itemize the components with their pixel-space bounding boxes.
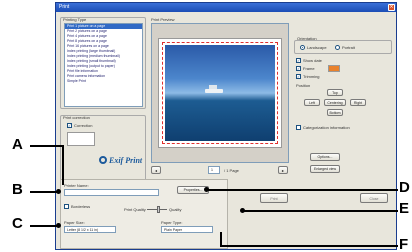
paper-size-select[interactable]: Letter (8 1/2 x 11 in): [64, 226, 116, 233]
position-label: Position: [296, 83, 311, 88]
frame-label: Frame: [303, 66, 315, 71]
callout-e-dot: [240, 208, 245, 213]
show-date-label: Show date: [303, 58, 322, 63]
page-total: / 1 Page: [224, 168, 239, 173]
close-icon[interactable]: ×: [388, 4, 395, 11]
preview-page: [158, 38, 282, 148]
title-bar: Print: [56, 3, 396, 12]
preview-photo: [165, 45, 275, 141]
print-quality-label: Print Quality: [124, 207, 146, 212]
callout-a: A: [12, 136, 23, 153]
callout-c: C: [12, 215, 23, 232]
list-item[interactable]: Simple Print: [65, 79, 142, 84]
correction-checkbox[interactable]: [67, 123, 72, 128]
borderless-checkbox[interactable]: [64, 204, 69, 209]
callout-a-line: [30, 145, 64, 147]
callout-d: D: [399, 179, 410, 196]
correction-preview: [67, 132, 95, 146]
printing-type-label: Printing Type: [63, 17, 87, 22]
paper-size-label: Paper Size:: [64, 220, 85, 225]
enlarged-view-button[interactable]: Enlarged view: [310, 165, 340, 173]
callout-b-line: [30, 191, 58, 193]
exif-print-logo-icon: [99, 156, 107, 164]
window-title: Print: [59, 4, 70, 10]
correction-label: Correction: [74, 123, 93, 128]
landscape-label: Landscape: [307, 45, 327, 50]
printer-name-select[interactable]: [64, 189, 159, 196]
print-quality-slider[interactable]: [157, 206, 160, 213]
position-right-button[interactable]: Right: [350, 99, 366, 106]
callout-f-line: [222, 245, 398, 247]
callout-b-dot: [56, 189, 61, 194]
frame-checkbox[interactable]: [296, 66, 301, 71]
callout-c-line: [30, 225, 58, 227]
close-button[interactable]: Close: [360, 193, 388, 203]
callout-a-leader: [62, 145, 64, 185]
trimming-label: Trimming: [303, 74, 320, 79]
print-preview-label: Print Preview: [151, 17, 175, 22]
callout-d-dot: [204, 187, 209, 192]
callout-b: B: [12, 181, 23, 198]
orientation-label: Orientation: [297, 36, 317, 41]
trimming-checkbox[interactable]: [296, 74, 301, 79]
print-correction-label: Print correction: [63, 115, 90, 120]
print-dialog: Print × Printing Type Print 1 picture on…: [55, 2, 397, 250]
paper-type-label: Paper Type:: [161, 220, 183, 225]
categorization-label: Categorization information: [303, 125, 350, 130]
callout-e-line: [242, 210, 398, 212]
prev-page-button[interactable]: ◄: [151, 166, 161, 174]
callout-d-line: [206, 189, 398, 191]
orientation-group: Orientation Landscape Portrait: [294, 36, 392, 54]
categorization-checkbox[interactable]: [296, 125, 301, 130]
exif-print-logo: Exif Print: [109, 156, 143, 165]
printer-name-label: Printer Name:: [64, 183, 89, 188]
borderless-label: Borderless: [71, 204, 91, 209]
position-left-button[interactable]: Left: [304, 99, 320, 106]
next-page-button[interactable]: ►: [278, 166, 288, 174]
show-date-checkbox[interactable]: [296, 58, 301, 63]
ship-cabin-shape: [209, 85, 217, 89]
callout-f-leader: [220, 232, 222, 247]
portrait-label: Portrait: [342, 45, 355, 50]
printing-type-group: Printing Type Print 1 picture on a page …: [60, 17, 146, 109]
position-center-button[interactable]: Centering: [324, 99, 346, 106]
options-button[interactable]: Options...: [310, 153, 340, 161]
page-number-field[interactable]: 1: [208, 166, 220, 174]
position-bottom-button[interactable]: Bottom: [327, 109, 343, 116]
landscape-radio[interactable]: [300, 45, 305, 50]
callout-f: F: [399, 236, 409, 252]
position-top-button[interactable]: Top: [327, 89, 343, 96]
portrait-radio[interactable]: [335, 45, 340, 50]
callout-e: E: [399, 200, 410, 217]
ship-shape: [205, 89, 223, 93]
printing-type-list[interactable]: Print 1 picture on a page Print 2 pictur…: [64, 23, 143, 107]
callout-c-dot: [56, 223, 61, 228]
print-quality-value: Quality: [169, 207, 182, 212]
frame-color-swatch[interactable]: [328, 65, 340, 72]
print-button[interactable]: Print: [260, 193, 288, 203]
paper-type-select[interactable]: Plain Paper: [161, 226, 213, 233]
print-preview-area: [151, 23, 289, 163]
print-correction-group: Print correction Correction Exif Print: [60, 115, 146, 181]
